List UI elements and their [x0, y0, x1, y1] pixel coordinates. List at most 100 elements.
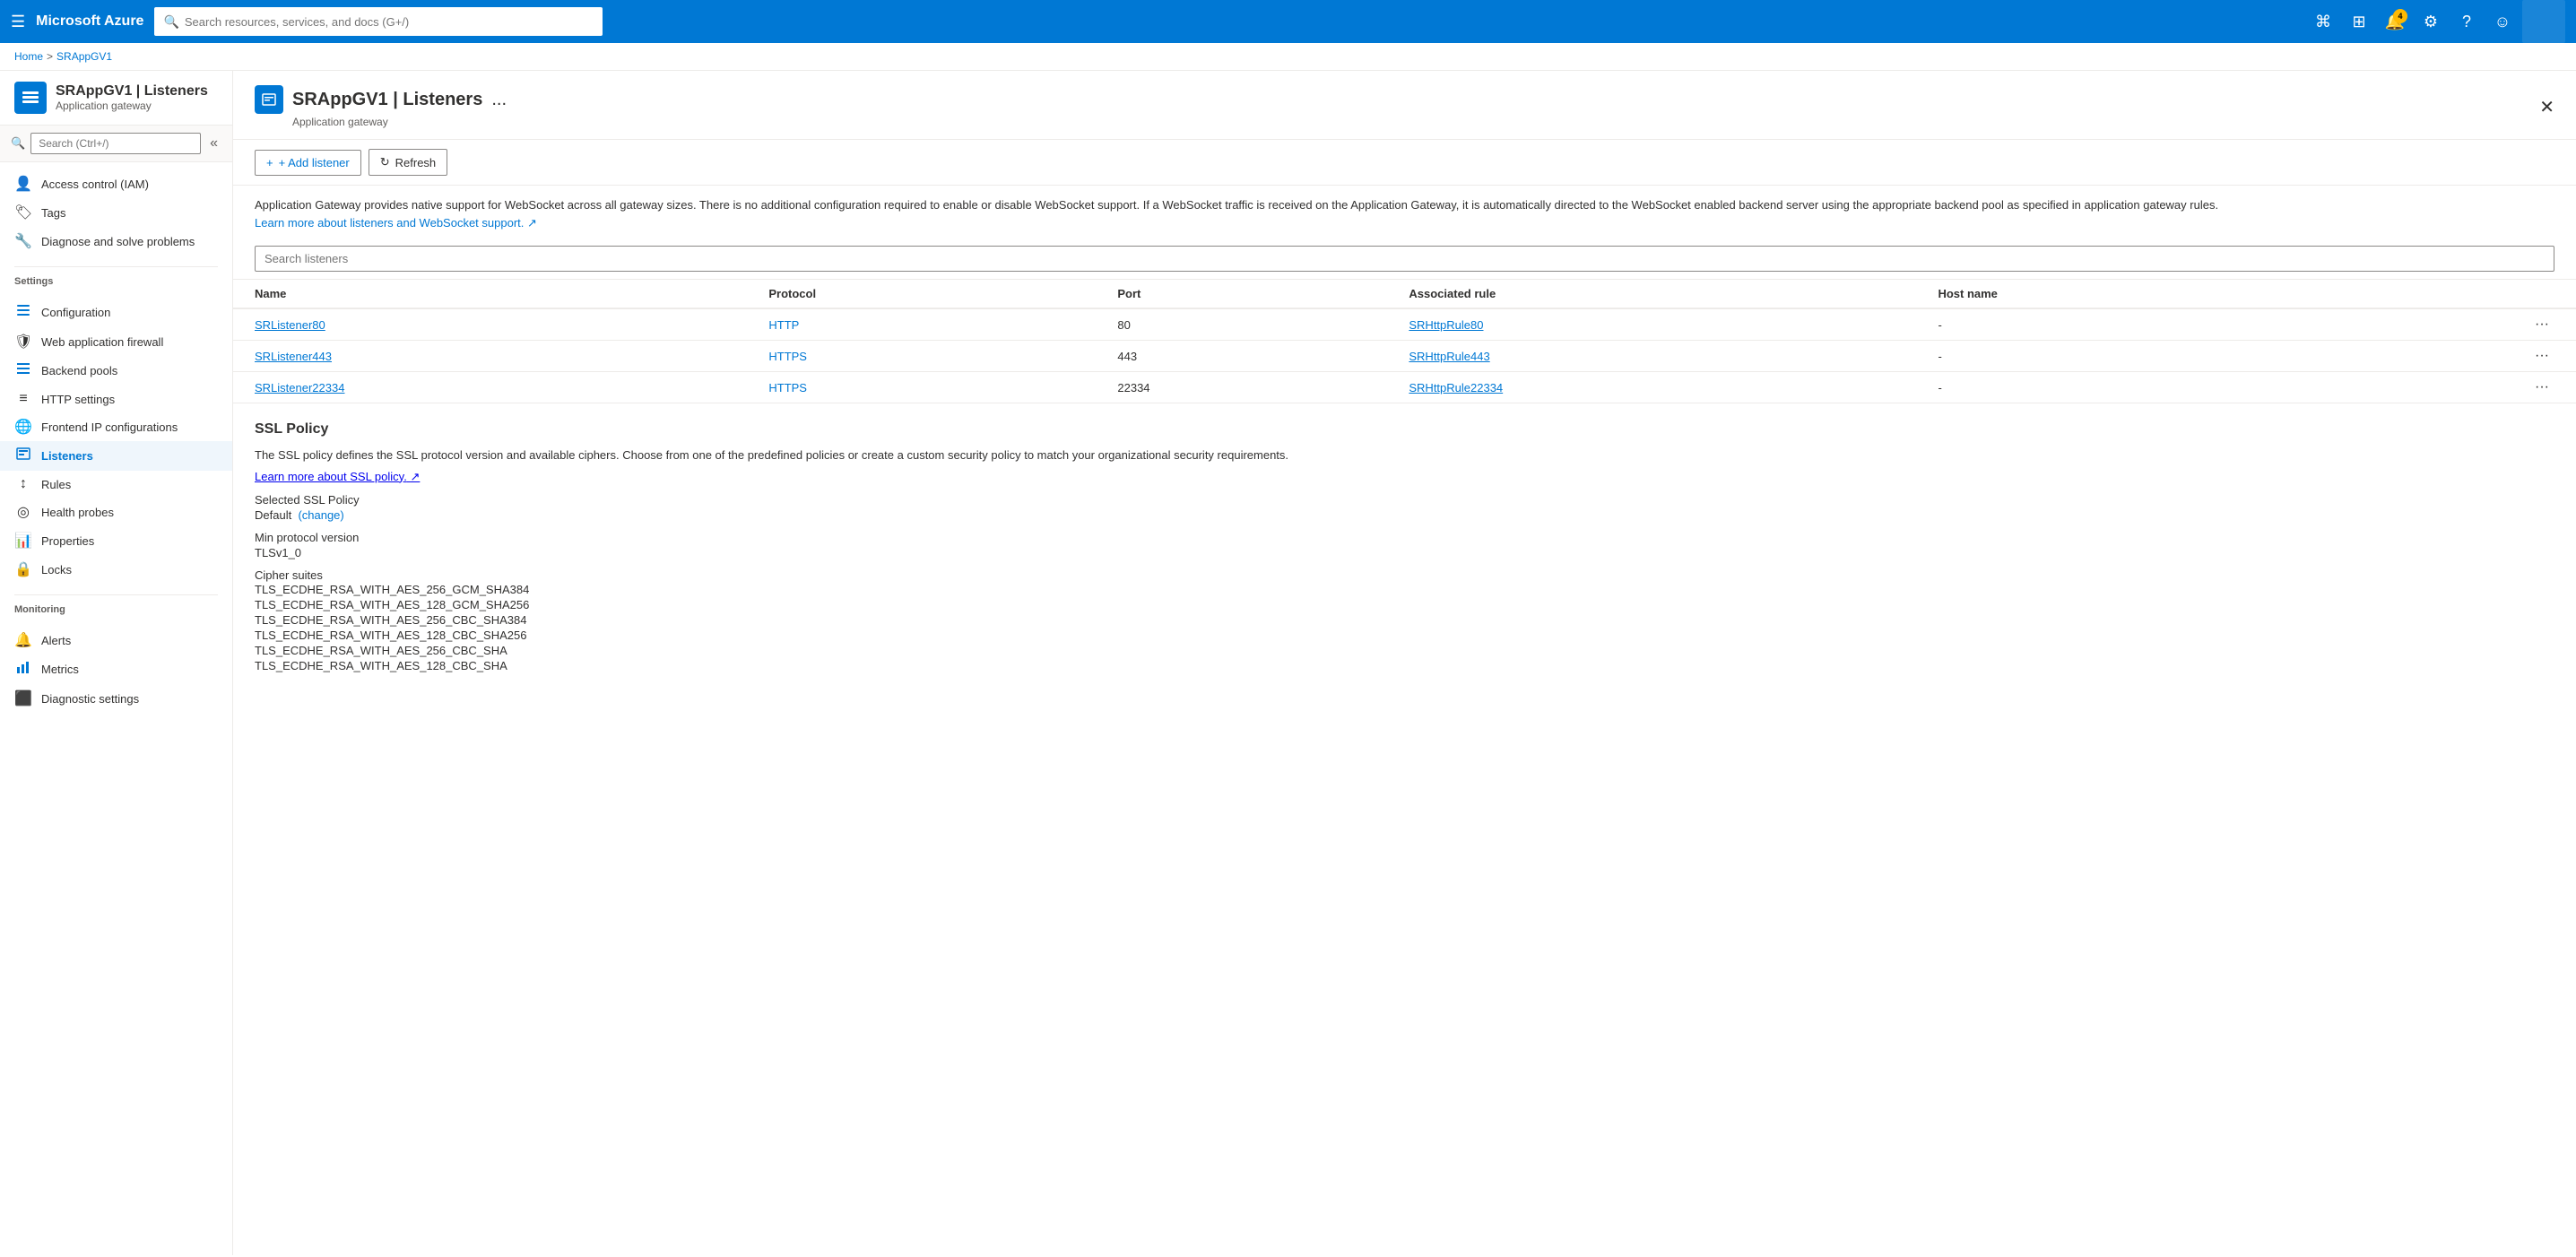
more-options-button[interactable]: ...: [491, 90, 507, 110]
sidebar-item-label: Backend pools: [41, 364, 117, 377]
settings-icon[interactable]: ⚙: [2415, 5, 2447, 38]
cell-port: 80: [1096, 308, 1387, 341]
notifications-icon[interactable]: 🔔 4: [2379, 5, 2411, 38]
portal-settings-icon[interactable]: ⊞: [2343, 5, 2375, 38]
listeners-search-input[interactable]: [255, 246, 2554, 272]
rule-link[interactable]: SRHttpRule80: [1409, 318, 1483, 332]
page-subtitle: Application gateway: [292, 116, 507, 128]
global-search-input[interactable]: [185, 15, 594, 29]
sidebar-item-label: Configuration: [41, 306, 110, 319]
listeners-table: Name Protocol Port Associated rule Host …: [233, 280, 2576, 403]
cell-host-name: -: [1916, 372, 2312, 403]
http-settings-icon: ≡: [14, 391, 32, 407]
top-navigation: ☰ Microsoft Azure 🔍 ⌘ ⊞ 🔔 4 ⚙ ? ☺: [0, 0, 2576, 43]
sidebar-item-health-probes[interactable]: ◎ Health probes: [0, 498, 232, 526]
breadcrumb-resource[interactable]: SRAppGV1: [56, 50, 112, 63]
feedback-icon[interactable]: ☺: [2486, 5, 2519, 38]
sidebar-item-locks[interactable]: 🔒 Locks: [0, 555, 232, 584]
ssl-default-text: Default: [255, 508, 291, 522]
resource-title: SRAppGV1 | Listeners: [56, 83, 208, 100]
listener-name-link[interactable]: SRListener80: [255, 318, 325, 332]
sidebar-item-backend-pools[interactable]: Backend pools: [0, 356, 232, 386]
ssl-change-link[interactable]: (change): [298, 508, 343, 522]
sidebar-collapse-button[interactable]: «: [206, 134, 221, 153]
breadcrumb: Home > SRAppGV1: [0, 43, 2576, 71]
content-area: SRAppGV1 | Listeners ... Application gat…: [233, 71, 2576, 1255]
row-actions-menu[interactable]: ···: [2529, 377, 2554, 396]
ssl-min-protocol-label: Min protocol version: [255, 531, 2554, 544]
health-probes-icon: ◎: [14, 503, 32, 521]
sidebar-item-metrics[interactable]: Metrics: [0, 655, 232, 684]
sidebar-item-tags[interactable]: 🏷 Tags: [0, 198, 232, 227]
cell-port: 443: [1096, 341, 1387, 372]
cell-associated-rule: SRHttpRule80: [1387, 308, 1916, 341]
sidebar-item-frontend-ip[interactable]: 🌐 Frontend IP configurations: [0, 412, 232, 441]
info-paragraph: Application Gateway provides native supp…: [255, 196, 2554, 214]
sidebar-item-waf[interactable]: 🛡 Web application firewall: [0, 327, 232, 356]
ssl-policy-description: The SSL policy defines the SSL protocol …: [255, 446, 2554, 464]
row-actions-menu[interactable]: ···: [2529, 346, 2554, 365]
sidebar-item-rules[interactable]: ↕ Rules: [0, 471, 232, 498]
sidebar-item-configuration[interactable]: Configuration: [0, 298, 232, 327]
tags-icon: 🏷: [14, 204, 32, 221]
cell-port: 22334: [1096, 372, 1387, 403]
rule-link[interactable]: SRHttpRule443: [1409, 350, 1489, 363]
hamburger-menu[interactable]: ☰: [11, 13, 25, 31]
resource-header: SRAppGV1 | Listeners Application gateway: [0, 71, 232, 126]
breadcrumb-sep1: >: [47, 50, 53, 63]
refresh-button[interactable]: ↻ Refresh: [369, 149, 447, 176]
ssl-policy-section: SSL Policy The SSL policy defines the SS…: [233, 403, 2576, 681]
learn-more-link[interactable]: Learn more about listeners and WebSocket…: [255, 216, 537, 230]
add-icon: +: [266, 156, 273, 169]
ssl-learn-more-link[interactable]: Learn more about SSL policy. ↗: [255, 470, 420, 483]
page-resource-icon: [255, 85, 283, 114]
backend-pools-icon: [14, 361, 32, 380]
sidebar-item-properties[interactable]: 📊 Properties: [0, 526, 232, 555]
ssl-selected-value: Default (change): [255, 508, 2554, 522]
sidebar-item-diagnostic-settings[interactable]: ⬛ Diagnostic settings: [0, 684, 232, 713]
close-button[interactable]: ✕: [2539, 96, 2554, 118]
table-row: SRListener22334 HTTPS 22334 SRHttpRule22…: [233, 372, 2576, 403]
add-listener-button[interactable]: + + Add listener: [255, 150, 361, 176]
ssl-external-link-icon: ↗: [410, 470, 420, 483]
configuration-icon: [14, 303, 32, 322]
sidebar-search-container: 🔍 «: [0, 126, 232, 162]
row-actions-menu[interactable]: ···: [2529, 315, 2554, 334]
table-row: SRListener80 HTTP 80 SRHttpRule80 - ···: [233, 308, 2576, 341]
breadcrumb-home[interactable]: Home: [14, 50, 43, 63]
profile-avatar[interactable]: [2522, 0, 2565, 43]
cell-actions: ···: [2313, 341, 2576, 372]
sidebar-item-label: Frontend IP configurations: [41, 420, 178, 434]
col-name: Name: [233, 280, 747, 308]
ssl-cipher-suites-label: Cipher suites: [255, 568, 2554, 582]
resource-icon: [14, 82, 47, 114]
frontend-ip-icon: 🌐: [14, 418, 32, 436]
main-layout: SRAppGV1 | Listeners Application gateway…: [0, 71, 2576, 1255]
top-nav-icons: ⌘ ⊞ 🔔 4 ⚙ ? ☺: [2307, 0, 2565, 43]
listener-name-link[interactable]: SRListener443: [255, 350, 332, 363]
cell-protocol: HTTP: [747, 308, 1096, 341]
sidebar-item-label: Access control (IAM): [41, 178, 149, 191]
help-icon[interactable]: ?: [2450, 5, 2483, 38]
col-actions: [2313, 280, 2576, 308]
page-title: SRAppGV1 | Listeners: [292, 90, 482, 110]
sidebar-item-listeners[interactable]: Listeners: [0, 441, 232, 471]
sidebar-item-alerts[interactable]: 🔔 Alerts: [0, 626, 232, 655]
sidebar-item-http-settings[interactable]: ≡ HTTP settings: [0, 386, 232, 412]
listener-name-link[interactable]: SRListener22334: [255, 381, 344, 394]
cipher-suite-item: TLS_ECDHE_RSA_WITH_AES_128_CBC_SHA: [255, 658, 2554, 673]
sidebar-item-diagnose[interactable]: 🔧 Diagnose and solve problems: [0, 227, 232, 256]
sidebar-item-access-control[interactable]: 👤 Access control (IAM): [0, 169, 232, 198]
rule-link[interactable]: SRHttpRule22334: [1409, 381, 1503, 394]
sidebar-search-input[interactable]: [30, 133, 201, 154]
external-link-icon: ↗: [527, 216, 537, 230]
cell-name: SRListener22334: [233, 372, 747, 403]
sidebar-item-label: HTTP settings: [41, 393, 115, 406]
ssl-policy-title: SSL Policy: [255, 421, 2554, 438]
metrics-icon: [14, 660, 32, 679]
cell-name: SRListener80: [233, 308, 747, 341]
cloud-shell-icon[interactable]: ⌘: [2307, 5, 2339, 38]
learn-more-label: Learn more about listeners and WebSocket…: [255, 216, 524, 230]
col-port: Port: [1096, 280, 1387, 308]
search-icon: 🔍: [163, 14, 178, 30]
